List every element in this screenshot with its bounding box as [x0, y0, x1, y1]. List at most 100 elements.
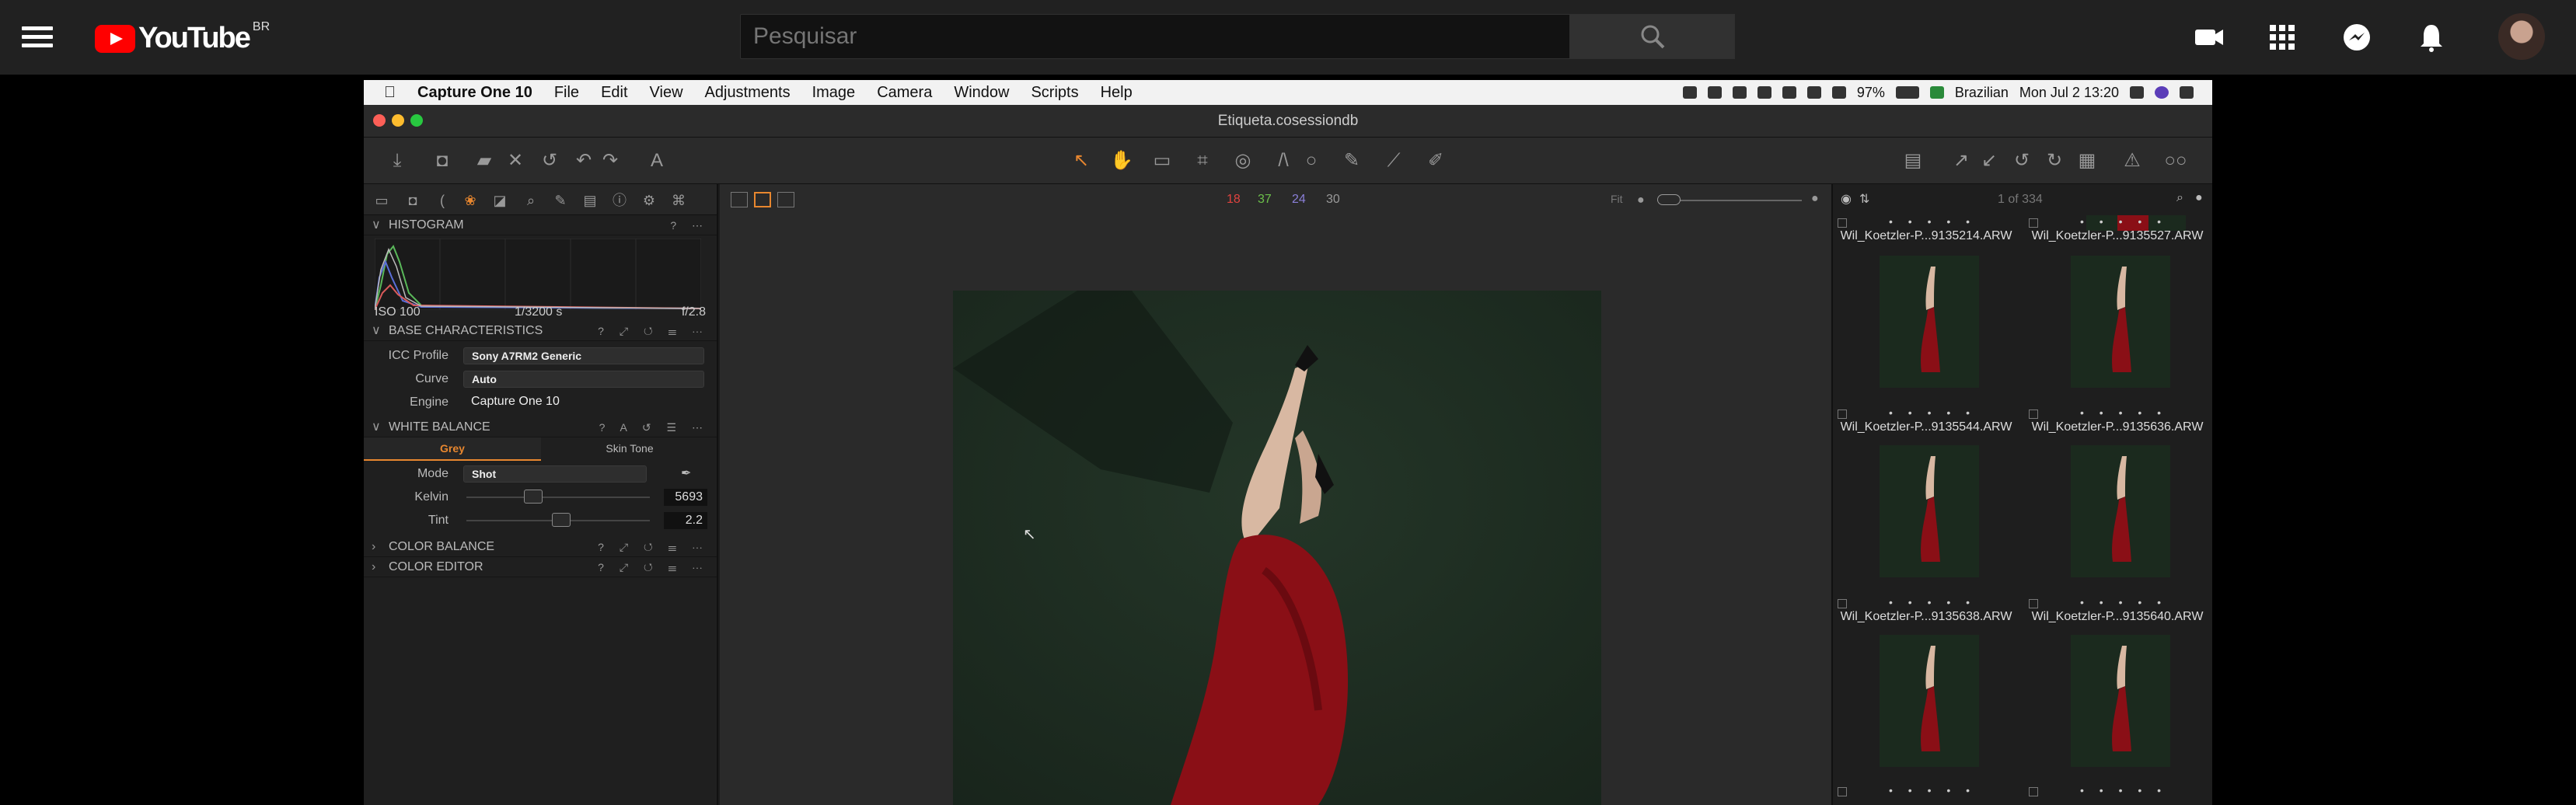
crop-icon[interactable]: ⌗ — [1191, 150, 1214, 172]
color-balance-header[interactable]: › COLOR BALANCE ? ⤢ ↺ ☰ ⋯ — [364, 537, 717, 557]
menu-help[interactable]: Help — [1101, 84, 1133, 102]
siri-icon[interactable] — [2155, 86, 2169, 99]
rotate-left-icon[interactable]: ↺ — [2010, 150, 2033, 172]
output-tab-icon[interactable]: ⚙ — [641, 192, 658, 209]
star-rating[interactable]: • • • • • — [2080, 784, 2167, 796]
wifi-icon[interactable] — [1806, 86, 1821, 99]
base-characteristics-header[interactable]: ∨ BASE CHARACTERISTICS ? ⤢ ↺ ☰ ⋯ — [364, 321, 717, 341]
clock[interactable]: Mon Jul 2 13:20 — [2019, 85, 2119, 101]
process-icon[interactable]: ▰ — [473, 150, 496, 172]
single-view-icon[interactable] — [754, 192, 771, 207]
youtube-logo[interactable]: YouTube BR — [95, 20, 270, 55]
input-language[interactable]: Brazilian — [1955, 85, 2009, 101]
kelvin-value[interactable]: 5693 — [664, 489, 707, 506]
curve-select[interactable]: Auto — [463, 371, 704, 388]
eye-icon[interactable]: ◉ — [1841, 191, 1852, 207]
compare-view-icon[interactable] — [777, 192, 794, 207]
brush-icon[interactable]: ✎ — [1340, 150, 1363, 172]
thumbnail-select-checkbox[interactable] — [2029, 218, 2038, 228]
red-count[interactable]: 18 — [1227, 193, 1241, 207]
person-small-icon[interactable]: ● — [1637, 193, 1645, 207]
person-filter-icon[interactable]: ● — [2195, 191, 2203, 205]
wb-mode-select[interactable]: Shot — [463, 465, 647, 483]
grid-view-icon[interactable] — [731, 192, 748, 207]
thumbnail[interactable] — [2071, 635, 2170, 767]
star-rating[interactable]: • • • • • — [1889, 784, 1976, 796]
display-icon[interactable] — [1732, 86, 1747, 99]
tint-value[interactable]: 2.2 — [664, 512, 707, 529]
main-photo[interactable] — [953, 291, 1601, 805]
notification-center-icon[interactable] — [2180, 86, 2194, 99]
battery-percent[interactable]: 97% — [1857, 85, 1885, 101]
create-video-icon[interactable] — [2194, 22, 2225, 53]
zoom-fit-label[interactable]: Fit — [1611, 193, 1623, 205]
section-actions[interactable]: ? ⤢ ↺ ☰ ⋯ — [598, 557, 709, 577]
menu-image[interactable]: Image — [812, 84, 856, 102]
star-rating[interactable]: • • • • • — [1889, 215, 1976, 228]
spot-removal-icon[interactable]: ○ — [1300, 150, 1323, 172]
library-tab-icon[interactable]: ▭ — [373, 192, 390, 209]
avatar[interactable] — [2498, 13, 2545, 60]
capture-icon[interactable]: ◘ — [431, 150, 454, 172]
icc-profile-select[interactable]: Sony A7RM2 Generic — [463, 347, 704, 364]
section-actions[interactable]: ? A ↺ ☰ ⋯ — [599, 417, 709, 437]
white-balance-header[interactable]: ∨ WHITE BALANCE ? A ↺ ☰ ⋯ — [364, 417, 717, 437]
tint-slider-handle[interactable] — [552, 513, 571, 527]
apply-adjust-icon[interactable]: ↙ — [1977, 150, 2001, 172]
loupe-icon[interactable]: ▭ — [1150, 150, 1174, 172]
zoom-slider-handle[interactable] — [1657, 194, 1681, 205]
green-count[interactable]: 37 — [1258, 193, 1272, 207]
thumbnail[interactable] — [1880, 635, 1979, 767]
thumbnail[interactable] — [2071, 445, 2170, 577]
notifications-bell-icon[interactable] — [2416, 22, 2447, 53]
kelvin-slider-handle[interactable] — [524, 490, 543, 504]
person-large-icon[interactable]: ● — [1811, 192, 1819, 206]
batch-tab-icon[interactable]: ⌘ — [670, 192, 687, 209]
section-actions[interactable]: ? ⤢ ↺ ☰ ⋯ — [598, 537, 709, 557]
capture-tab-icon[interactable]: ◘ — [404, 192, 421, 209]
gradient-icon[interactable]: ⟋ — [1382, 150, 1405, 172]
kelvin-slider[interactable] — [466, 497, 650, 498]
drive-icon[interactable] — [1757, 86, 1771, 99]
volume-icon[interactable] — [1831, 86, 1846, 99]
dropbox-icon[interactable] — [1707, 86, 1722, 99]
battery-icon[interactable] — [1895, 86, 1919, 99]
total-count[interactable]: 30 — [1326, 193, 1340, 207]
reset-icon[interactable]: ↺ — [538, 150, 561, 172]
thumbnail-select-checkbox[interactable] — [2029, 599, 2038, 608]
app-menu[interactable]: Capture One 10 — [417, 84, 532, 102]
thumbnail-select-checkbox[interactable] — [1838, 599, 1847, 608]
menu-camera[interactable]: Camera — [877, 84, 932, 102]
copy-adjust-icon[interactable]: ↗ — [1949, 150, 1973, 172]
layers-icon[interactable]: ▤ — [1901, 150, 1925, 172]
star-rating[interactable]: • • • • • — [2080, 215, 2167, 228]
star-rating[interactable]: • • • • • — [2080, 596, 2167, 608]
search-icon[interactable]: ⌕ — [2176, 191, 2183, 205]
redo-icon[interactable]: ↷ — [599, 150, 622, 172]
import-icon[interactable]: ⤓ — [386, 150, 409, 172]
messages-icon[interactable] — [2341, 22, 2372, 53]
thumbnail[interactable] — [2071, 256, 2170, 388]
warning-icon[interactable]: ⚠ — [2120, 150, 2144, 172]
keystone-icon[interactable]: /\ — [1272, 150, 1295, 172]
details-tab-icon[interactable]: ⌕ — [522, 192, 539, 209]
search-button[interactable] — [1570, 14, 1735, 59]
menu-window[interactable]: Window — [954, 84, 1009, 102]
menu-edit[interactable]: Edit — [601, 84, 627, 102]
eyedropper-icon[interactable]: ✒ — [681, 462, 691, 486]
menu-icon[interactable] — [22, 22, 53, 52]
text-icon[interactable]: A — [645, 150, 668, 172]
picker-icon[interactable]: ✐ — [1424, 150, 1447, 172]
star-rating[interactable]: • • • • • — [1889, 596, 1976, 608]
metadata-tab-icon[interactable]: ▤ — [581, 192, 599, 209]
section-actions[interactable]: ? ⋯ — [670, 215, 709, 235]
thumbnail-select-checkbox[interactable] — [1838, 409, 1847, 419]
thumbnail-select-checkbox[interactable] — [2029, 787, 2038, 796]
section-actions[interactable]: ? ⤢ ↺ ☰ ⋯ — [598, 321, 709, 341]
menu-view[interactable]: View — [650, 84, 683, 102]
rotate-icon[interactable]: ◎ — [1231, 150, 1255, 172]
color-tab-icon[interactable]: ❀ — [462, 192, 479, 209]
menu-file[interactable]: File — [554, 84, 579, 102]
select-cursor-icon[interactable]: ↖ — [1070, 150, 1093, 172]
undo-icon[interactable]: ↶ — [572, 150, 595, 172]
